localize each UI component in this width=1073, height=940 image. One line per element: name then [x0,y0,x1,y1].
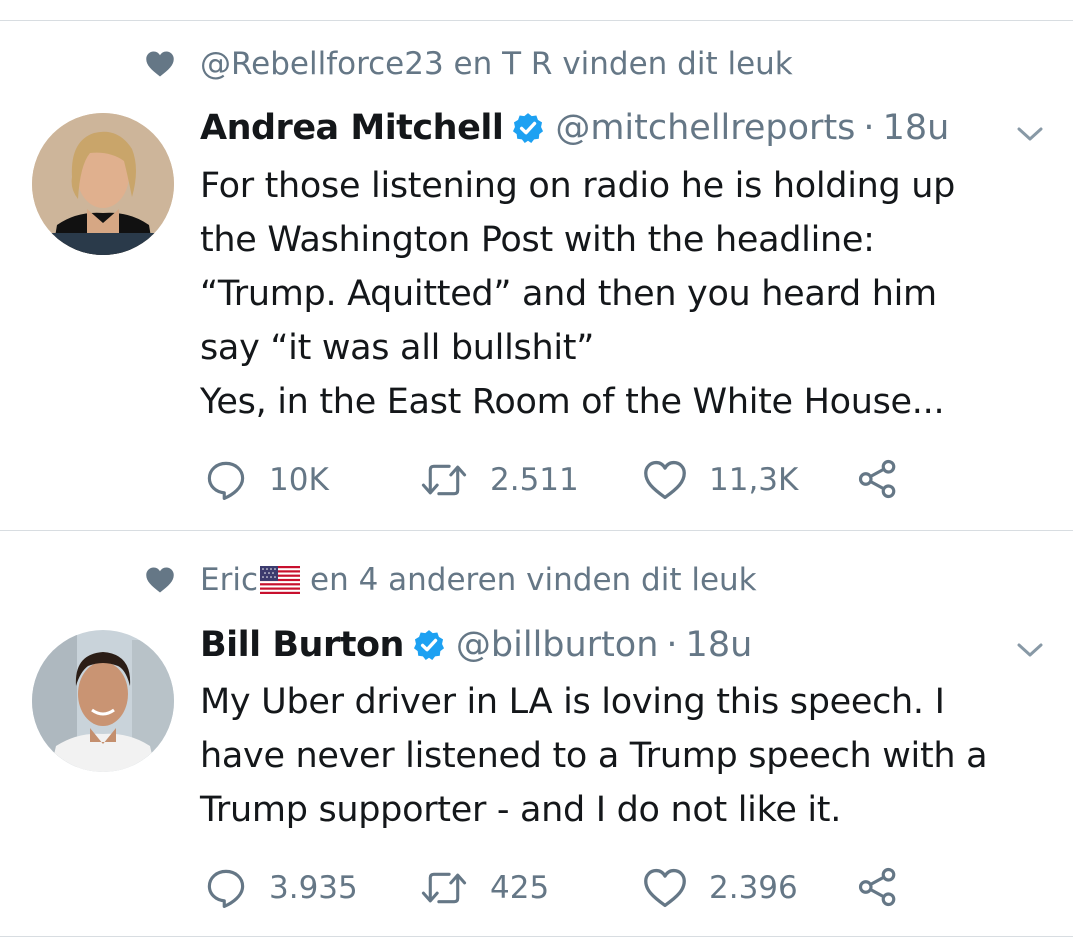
tweet-text: My Uber driver in LA is loving this spee… [200,682,988,830]
tweet-actions: 3.935 425 2.396 [205,866,925,910]
reply-count: 3.935 [269,870,358,906]
social-context[interactable]: @Rebellforce23 en T R vinden dit leuk [145,46,793,82]
retweet-icon [421,872,467,904]
avatar[interactable] [32,630,174,772]
retweet-count: 425 [490,870,550,906]
author-handle[interactable]: @mitchellreports [555,108,855,148]
verified-badge-icon [513,113,544,144]
reply-icon [207,461,245,500]
like-icon [644,868,686,908]
reply-icon [207,869,245,908]
social-context-name: Eric [200,562,258,598]
reply-button[interactable]: 3.935 [205,866,358,910]
like-count: 2.396 [709,870,798,906]
author-handle[interactable]: @billburton [456,625,659,665]
tweet-time[interactable]: 18u [686,625,753,665]
tweet-actions: 10K 2.511 11,3K [205,458,925,502]
share-icon[interactable] [857,866,899,908]
retweet-count: 2.511 [490,462,579,498]
tweet-header: Bill Burton @billburton · 18u [200,625,752,665]
share-icon[interactable] [857,458,899,500]
separator-dot: · [863,108,875,148]
author-name[interactable]: Bill Burton [200,625,404,665]
tweet-text: For those listening on radio he is holdi… [200,166,956,422]
tweet-header: Andrea Mitchell @mitchellreports · 18u [200,108,949,148]
tweet-andrea-mitchell[interactable]: @Rebellforce23 en T R vinden dit leuk An… [0,0,1073,530]
retweet-button[interactable]: 2.511 [420,458,579,502]
like-count: 11,3K [709,462,799,498]
heart-icon [146,567,174,593]
social-context[interactable]: Eric en 4 anderen vinden dit leuk [145,562,757,598]
avatar-image [32,113,174,255]
avatar-image [32,630,174,772]
like-button[interactable]: 2.396 [643,866,798,910]
reply-button[interactable]: 10K [205,458,329,502]
tweet-time[interactable]: 18u [883,108,950,148]
heart-icon [146,51,174,77]
avatar[interactable] [32,113,174,255]
retweet-button[interactable]: 425 [420,866,549,910]
reply-count: 10K [269,462,329,498]
chevron-down-icon[interactable] [1015,124,1045,144]
social-context-text: en 4 anderen vinden dit leuk [310,562,757,598]
chevron-down-icon[interactable] [1015,640,1045,660]
like-icon [644,460,686,500]
social-context-text: @Rebellforce23 en T R vinden dit leuk [200,46,793,82]
us-flag-icon [260,566,300,594]
bottom-divider [0,936,1073,937]
tweet-bill-burton[interactable]: Eric en 4 anderen vinden dit leuk Bill B… [0,530,1073,940]
retweet-icon [421,464,467,496]
verified-badge-icon [413,630,444,661]
author-name[interactable]: Andrea Mitchell [200,108,504,148]
separator-dot: · [666,625,678,665]
like-button[interactable]: 11,3K [643,458,798,502]
